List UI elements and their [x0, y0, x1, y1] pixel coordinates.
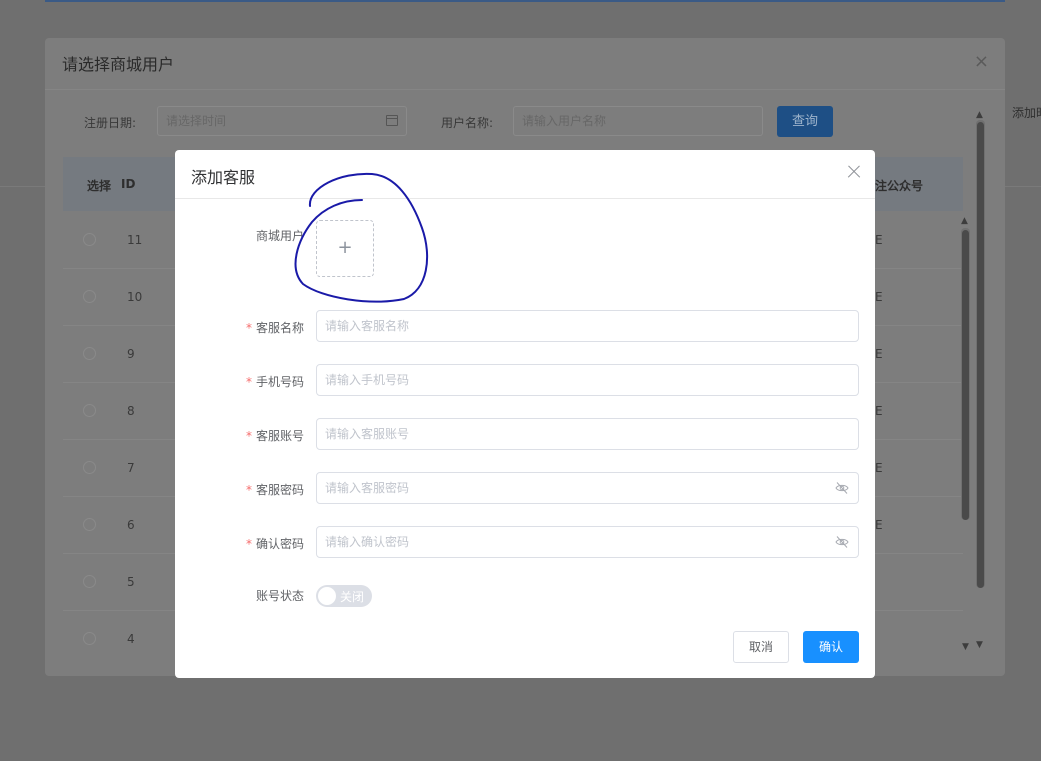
- row-follow: E: [875, 461, 883, 475]
- header-id: ID: [121, 177, 136, 191]
- password-label: * 客服密码: [175, 481, 304, 498]
- password-placeholder: 请输入客服密码: [325, 481, 410, 495]
- required-mark: *: [245, 537, 252, 551]
- account-placeholder: 请输入客服账号: [325, 427, 410, 441]
- query-button[interactable]: 查询: [777, 106, 833, 137]
- table-scrollbar-thumb[interactable]: [962, 230, 969, 520]
- row-radio[interactable]: [83, 347, 96, 360]
- row-radio[interactable]: [83, 575, 96, 588]
- confirm-password-label: * 确认密码: [175, 535, 304, 552]
- row-radio[interactable]: [83, 518, 96, 531]
- outer-dialog-divider: [45, 89, 1005, 90]
- date-picker-input[interactable]: 请选择时间: [157, 106, 407, 136]
- add-customer-service-dialog: 添加客服 商城用户 + * 客服名称 请输入客服名称 * 手机号码 请输入手机号码 …: [175, 150, 875, 678]
- phone-label: * 手机号码: [175, 373, 304, 390]
- row-radio[interactable]: [83, 233, 96, 246]
- row-id: 8: [127, 404, 135, 418]
- row-id: 11: [127, 233, 143, 247]
- date-filter-label: 注册日期:: [84, 116, 137, 130]
- required-mark: *: [245, 483, 252, 497]
- row-id: 5: [127, 575, 135, 589]
- header-follow-account: 注公众号: [875, 179, 924, 193]
- confirm-password-label-text: 确认密码: [255, 537, 304, 551]
- dialog-divider: [175, 198, 875, 199]
- top-accent-bar: [45, 0, 1005, 2]
- background-add-text: 添加时: [1012, 106, 1041, 120]
- row-radio[interactable]: [83, 404, 96, 417]
- required-mark: *: [245, 321, 252, 335]
- account-status-label-text: 账号状态: [255, 589, 304, 603]
- confirm-password-input[interactable]: 请输入确认密码: [316, 526, 859, 558]
- row-follow: E: [875, 347, 883, 361]
- row-follow: E: [875, 518, 883, 532]
- username-search-input[interactable]: 请输入用户名称: [513, 106, 763, 136]
- service-name-input[interactable]: 请输入客服名称: [316, 310, 859, 342]
- row-id: 10: [127, 290, 143, 304]
- password-input[interactable]: 请输入客服密码: [316, 472, 859, 504]
- service-name-placeholder: 请输入客服名称: [325, 319, 410, 333]
- header-select: 选择: [87, 179, 112, 193]
- account-label: * 客服账号: [175, 427, 304, 444]
- account-input[interactable]: 请输入客服账号: [316, 418, 859, 450]
- table-scroll-up-icon[interactable]: ▲: [961, 216, 968, 226]
- row-follow: E: [875, 290, 883, 304]
- phone-placeholder: 请输入手机号码: [325, 373, 410, 387]
- mall-user-label-text: 商城用户: [255, 229, 304, 243]
- confirm-button[interactable]: 确认: [803, 631, 859, 663]
- row-id: 4: [127, 632, 135, 646]
- row-radio[interactable]: [83, 290, 96, 303]
- mall-user-label: 商城用户: [175, 227, 304, 244]
- outer-close-icon[interactable]: ×: [974, 53, 989, 71]
- outer-scroll-up-icon[interactable]: ▲: [976, 110, 983, 120]
- dialog-title: 添加客服: [191, 168, 256, 187]
- outer-scrollbar-thumb[interactable]: [977, 122, 984, 588]
- confirm-password-placeholder: 请输入确认密码: [325, 535, 410, 549]
- outer-scroll-down-icon[interactable]: ▼: [976, 640, 983, 650]
- row-follow: E: [875, 233, 883, 247]
- account-label-text: 客服账号: [255, 429, 304, 443]
- required-mark: *: [245, 429, 252, 443]
- eye-hidden-icon[interactable]: [835, 481, 849, 495]
- row-id: 6: [127, 518, 135, 532]
- password-label-text: 客服密码: [255, 483, 304, 497]
- outer-dialog-title: 请选择商城用户: [62, 55, 175, 74]
- date-picker-placeholder: 请选择时间: [166, 114, 227, 128]
- service-name-label: * 客服名称: [175, 319, 304, 336]
- row-follow: E: [875, 404, 883, 418]
- mall-user-upload[interactable]: +: [316, 220, 374, 277]
- switch-off-text: 关闭: [340, 590, 365, 604]
- phone-input[interactable]: 请输入手机号码: [316, 364, 859, 396]
- cancel-button[interactable]: 取消: [733, 631, 789, 663]
- row-radio[interactable]: [83, 461, 96, 474]
- account-status-switch[interactable]: 关闭: [316, 585, 372, 607]
- calendar-icon: [386, 115, 398, 126]
- account-status-label: 账号状态: [175, 587, 304, 604]
- eye-hidden-icon[interactable]: [835, 535, 849, 549]
- row-radio[interactable]: [83, 632, 96, 645]
- switch-knob: [318, 587, 336, 605]
- row-id: 7: [127, 461, 135, 475]
- table-scroll-down-icon[interactable]: ▼: [962, 642, 969, 652]
- close-icon[interactable]: [847, 165, 861, 179]
- username-filter-label: 用户名称:: [441, 116, 494, 130]
- service-name-label-text: 客服名称: [255, 321, 304, 335]
- phone-label-text: 手机号码: [255, 375, 304, 389]
- plus-icon: +: [337, 237, 353, 258]
- username-placeholder: 请输入用户名称: [522, 114, 607, 128]
- required-mark: *: [245, 375, 252, 389]
- row-id: 9: [127, 347, 135, 361]
